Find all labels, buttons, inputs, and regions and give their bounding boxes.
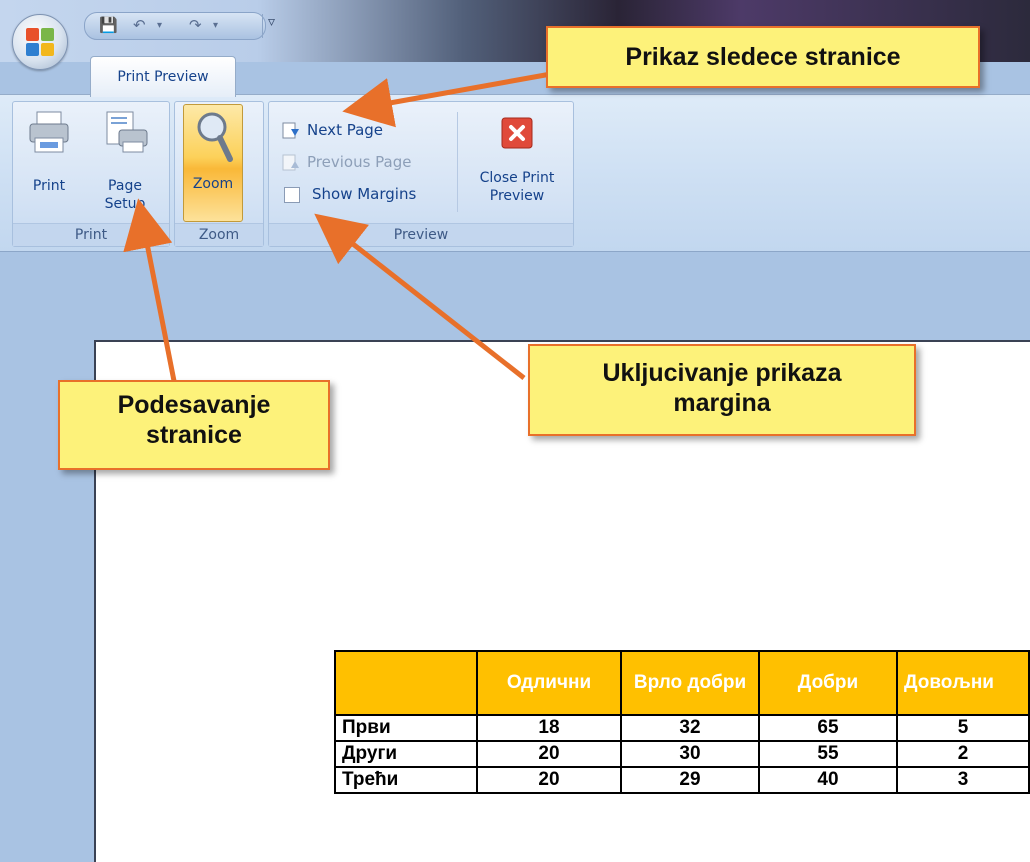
table-cell: 55 bbox=[758, 740, 898, 768]
callout-margins-line1: Ukljucivanje prikaza bbox=[602, 359, 842, 387]
table-cell: 20 bbox=[476, 740, 622, 768]
callout-margins: Ukljucivanje prikaza margina bbox=[528, 344, 916, 436]
close-label-line2: Preview bbox=[489, 188, 545, 204]
next-page-label: Next Page bbox=[307, 121, 384, 139]
show-margins-check-box[interactable] bbox=[284, 186, 300, 203]
table-header-row: Одлични Врло добри Добри Довољни bbox=[334, 650, 1030, 716]
page-setup-label: Page Setup bbox=[93, 177, 157, 213]
table-cell: 3 bbox=[896, 766, 1030, 794]
previous-page-icon bbox=[282, 154, 299, 170]
undo-icon[interactable]: ↶ bbox=[133, 16, 146, 34]
print-group-label: Print bbox=[13, 223, 169, 246]
callout-next-page: Prikaz sledece stranice bbox=[546, 26, 980, 88]
office-logo-icon bbox=[26, 28, 54, 56]
table-cell: 40 bbox=[758, 766, 898, 794]
table-cell: 18 bbox=[476, 714, 622, 742]
table-row: Први 18 32 65 5 bbox=[334, 714, 1030, 742]
close-icon bbox=[501, 117, 533, 149]
table-row-label: Први bbox=[334, 714, 478, 742]
zoom-group-label: Zoom bbox=[175, 223, 263, 246]
redo-dropdown-icon[interactable]: ▾ bbox=[213, 20, 218, 31]
page-setup-icon bbox=[106, 111, 148, 153]
table-cell: 5 bbox=[896, 714, 1030, 742]
callout-page-setup-line2: stranice bbox=[146, 421, 242, 449]
next-page-icon bbox=[282, 122, 299, 138]
table-cell: 65 bbox=[758, 714, 898, 742]
print-label: Print bbox=[32, 178, 66, 194]
close-print-preview-label: Close Print Preview bbox=[467, 169, 567, 205]
redo-icon[interactable]: ↷ bbox=[189, 16, 202, 34]
preview-group-label: Preview bbox=[269, 223, 573, 246]
table-row-label: Други bbox=[334, 740, 478, 768]
printer-icon bbox=[29, 111, 69, 153]
grades-table: Одлични Врло добри Добри Довољни Први 18… bbox=[334, 650, 1030, 794]
table-header-cell: Довољни bbox=[896, 650, 1030, 716]
page-setup-label-line1: Page bbox=[108, 178, 142, 194]
callout-page-setup: Podesavanje stranice bbox=[58, 380, 330, 470]
office-button[interactable] bbox=[12, 14, 68, 70]
undo-dropdown-icon[interactable]: ▾ bbox=[157, 20, 162, 31]
show-margins-checkbox[interactable]: Show Margins bbox=[281, 182, 416, 206]
preview-group: Next Page Previous Page Show Margins Clo… bbox=[268, 101, 574, 247]
qat-separator bbox=[262, 14, 263, 38]
callout-next-page-text: Prikaz sledece stranice bbox=[625, 43, 901, 71]
close-print-preview-button[interactable]: Close Print Preview bbox=[467, 116, 567, 205]
table-header-cell: Одлични bbox=[476, 650, 622, 716]
magnifier-icon bbox=[197, 112, 233, 162]
zoom-label: Zoom bbox=[192, 176, 234, 192]
table-row: Други 20 30 55 2 bbox=[334, 740, 1030, 768]
customize-qat-icon[interactable]: ▿ bbox=[268, 14, 275, 30]
page-setup-label-line2: Setup bbox=[104, 196, 146, 212]
next-page-button[interactable]: Next Page bbox=[281, 118, 383, 142]
print-button[interactable]: Print bbox=[19, 110, 79, 195]
table-cell: 30 bbox=[620, 740, 760, 768]
table-cell: 20 bbox=[476, 766, 622, 794]
tab-print-preview[interactable]: Print Preview bbox=[90, 56, 236, 97]
table-row: Трећи 20 29 40 3 bbox=[334, 766, 1030, 794]
quick-access-toolbar: 💾 ↶ ▾ ↷ ▾ bbox=[84, 12, 266, 40]
show-margins-label: Show Margins bbox=[312, 185, 417, 203]
previous-page-button[interactable]: Previous Page bbox=[281, 150, 411, 174]
page-setup-button[interactable]: Page Setup bbox=[93, 110, 157, 213]
print-group: Print Page Setup Print bbox=[12, 101, 170, 247]
callout-page-setup-line1: Podesavanje bbox=[117, 391, 271, 419]
table-header-cell: Добри bbox=[758, 650, 898, 716]
save-icon[interactable]: 💾 bbox=[99, 16, 118, 34]
table-cell: 29 bbox=[620, 766, 760, 794]
zoom-button[interactable]: Zoom bbox=[183, 104, 243, 222]
table-header-cell: Врло добри bbox=[620, 650, 760, 716]
previous-page-label: Previous Page bbox=[307, 153, 412, 171]
table-header-cell bbox=[334, 650, 478, 716]
preview-separator bbox=[457, 112, 458, 212]
zoom-group: Zoom Zoom bbox=[174, 101, 264, 247]
callout-margins-line2: margina bbox=[673, 389, 771, 417]
table-row-label: Трећи bbox=[334, 766, 478, 794]
table-cell: 2 bbox=[896, 740, 1030, 768]
ribbon: Print Page Setup Print Zoom Zoom Next Pa… bbox=[0, 94, 1030, 252]
table-cell: 32 bbox=[620, 714, 760, 742]
close-label-line1: Close Print bbox=[479, 170, 555, 186]
